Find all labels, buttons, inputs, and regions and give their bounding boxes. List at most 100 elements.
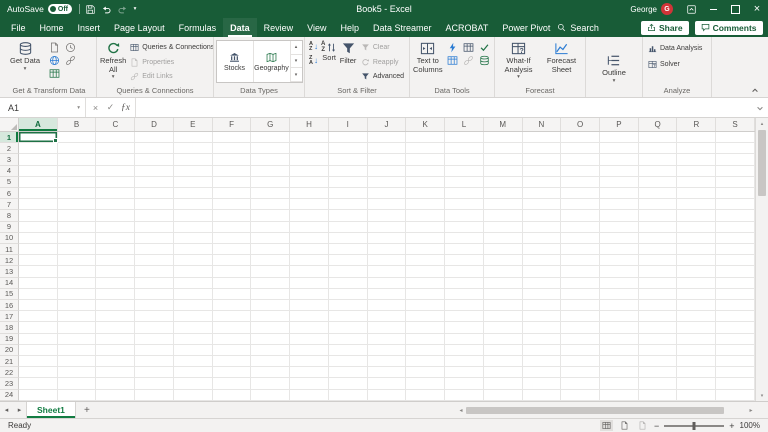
cell-C5[interactable] bbox=[96, 177, 135, 188]
cell-F18[interactable] bbox=[213, 322, 252, 333]
cell-Q17[interactable] bbox=[639, 311, 678, 322]
cell-D24[interactable] bbox=[135, 390, 174, 401]
cell-J11[interactable] bbox=[368, 244, 407, 255]
cell-S18[interactable] bbox=[716, 322, 755, 333]
cell-H14[interactable] bbox=[290, 278, 329, 289]
cell-F22[interactable] bbox=[213, 367, 252, 378]
sort-a-to-z-button[interactable]: AZ↓ bbox=[308, 41, 319, 53]
cell-Q7[interactable] bbox=[639, 199, 678, 210]
cell-N10[interactable] bbox=[523, 233, 562, 244]
cell-S17[interactable] bbox=[716, 311, 755, 322]
save-button[interactable] bbox=[83, 2, 98, 17]
cell-A20[interactable] bbox=[19, 345, 58, 356]
cell-O22[interactable] bbox=[561, 367, 600, 378]
cell-O12[interactable] bbox=[561, 255, 600, 266]
cell-N24[interactable] bbox=[523, 390, 562, 401]
cell-P13[interactable] bbox=[600, 266, 639, 277]
cell-H4[interactable] bbox=[290, 166, 329, 177]
cell-N2[interactable] bbox=[523, 143, 562, 154]
cell-I5[interactable] bbox=[329, 177, 368, 188]
cell-B4[interactable] bbox=[58, 166, 97, 177]
cell-R3[interactable] bbox=[677, 154, 716, 165]
properties-button[interactable]: Properties bbox=[128, 56, 214, 70]
cell-K11[interactable] bbox=[406, 244, 445, 255]
cell-P3[interactable] bbox=[600, 154, 639, 165]
cell-R5[interactable] bbox=[677, 177, 716, 188]
cell-H2[interactable] bbox=[290, 143, 329, 154]
cell-M19[interactable] bbox=[484, 334, 523, 345]
cell-G21[interactable] bbox=[251, 356, 290, 367]
cell-L8[interactable] bbox=[445, 210, 484, 221]
cell-O13[interactable] bbox=[561, 266, 600, 277]
cell-O18[interactable] bbox=[561, 322, 600, 333]
cell-C21[interactable] bbox=[96, 356, 135, 367]
cell-M12[interactable] bbox=[484, 255, 523, 266]
cell-M24[interactable] bbox=[484, 390, 523, 401]
cell-S23[interactable] bbox=[716, 378, 755, 389]
cell-K9[interactable] bbox=[406, 222, 445, 233]
cell-Q19[interactable] bbox=[639, 334, 678, 345]
cell-K2[interactable] bbox=[406, 143, 445, 154]
cell-L2[interactable] bbox=[445, 143, 484, 154]
cell-P19[interactable] bbox=[600, 334, 639, 345]
cell-O19[interactable] bbox=[561, 334, 600, 345]
row-header-16[interactable]: 16 bbox=[0, 300, 19, 311]
cell-G8[interactable] bbox=[251, 210, 290, 221]
cell-G11[interactable] bbox=[251, 244, 290, 255]
sort-button[interactable]: AZ Sort bbox=[321, 39, 337, 84]
cell-M22[interactable] bbox=[484, 367, 523, 378]
relationships-button[interactable] bbox=[461, 54, 476, 67]
cell-O7[interactable] bbox=[561, 199, 600, 210]
cell-K5[interactable] bbox=[406, 177, 445, 188]
share-button[interactable]: Share bbox=[641, 21, 689, 35]
cell-Q8[interactable] bbox=[639, 210, 678, 221]
cell-O8[interactable] bbox=[561, 210, 600, 221]
cell-J22[interactable] bbox=[368, 367, 407, 378]
cell-N5[interactable] bbox=[523, 177, 562, 188]
scroll-up-arrow[interactable]: ▴ bbox=[756, 118, 768, 129]
cell-D11[interactable] bbox=[135, 244, 174, 255]
cell-L12[interactable] bbox=[445, 255, 484, 266]
column-header-A[interactable]: A bbox=[19, 118, 58, 131]
row-header-23[interactable]: 23 bbox=[0, 378, 19, 389]
cell-G24[interactable] bbox=[251, 390, 290, 401]
solver-button[interactable]: Solver bbox=[646, 58, 704, 72]
cell-P12[interactable] bbox=[600, 255, 639, 266]
cell-M13[interactable] bbox=[484, 266, 523, 277]
forecast-sheet-button[interactable]: Forecast Sheet bbox=[541, 39, 582, 84]
cell-D12[interactable] bbox=[135, 255, 174, 266]
cell-H21[interactable] bbox=[290, 356, 329, 367]
cell-C9[interactable] bbox=[96, 222, 135, 233]
cell-K8[interactable] bbox=[406, 210, 445, 221]
cell-R8[interactable] bbox=[677, 210, 716, 221]
cell-R1[interactable] bbox=[677, 132, 716, 143]
cell-D9[interactable] bbox=[135, 222, 174, 233]
cell-I21[interactable] bbox=[329, 356, 368, 367]
cell-B2[interactable] bbox=[58, 143, 97, 154]
cell-M11[interactable] bbox=[484, 244, 523, 255]
cell-G5[interactable] bbox=[251, 177, 290, 188]
row-header-20[interactable]: 20 bbox=[0, 345, 19, 356]
cell-I9[interactable] bbox=[329, 222, 368, 233]
cell-C17[interactable] bbox=[96, 311, 135, 322]
cell-O24[interactable] bbox=[561, 390, 600, 401]
cell-I3[interactable] bbox=[329, 154, 368, 165]
cell-L9[interactable] bbox=[445, 222, 484, 233]
data-analysis-button[interactable]: Data Analysis bbox=[646, 42, 704, 56]
cell-O9[interactable] bbox=[561, 222, 600, 233]
cell-K19[interactable] bbox=[406, 334, 445, 345]
cell-A17[interactable] bbox=[19, 311, 58, 322]
cell-F19[interactable] bbox=[213, 334, 252, 345]
insert-function-button[interactable]: ƒx bbox=[118, 103, 133, 113]
cell-Q12[interactable] bbox=[639, 255, 678, 266]
cell-G10[interactable] bbox=[251, 233, 290, 244]
cell-P24[interactable] bbox=[600, 390, 639, 401]
cell-L7[interactable] bbox=[445, 199, 484, 210]
cell-R11[interactable] bbox=[677, 244, 716, 255]
cell-J21[interactable] bbox=[368, 356, 407, 367]
cell-I23[interactable] bbox=[329, 378, 368, 389]
cell-N4[interactable] bbox=[523, 166, 562, 177]
cell-A2[interactable] bbox=[19, 143, 58, 154]
cell-A8[interactable] bbox=[19, 210, 58, 221]
cell-B15[interactable] bbox=[58, 289, 97, 300]
